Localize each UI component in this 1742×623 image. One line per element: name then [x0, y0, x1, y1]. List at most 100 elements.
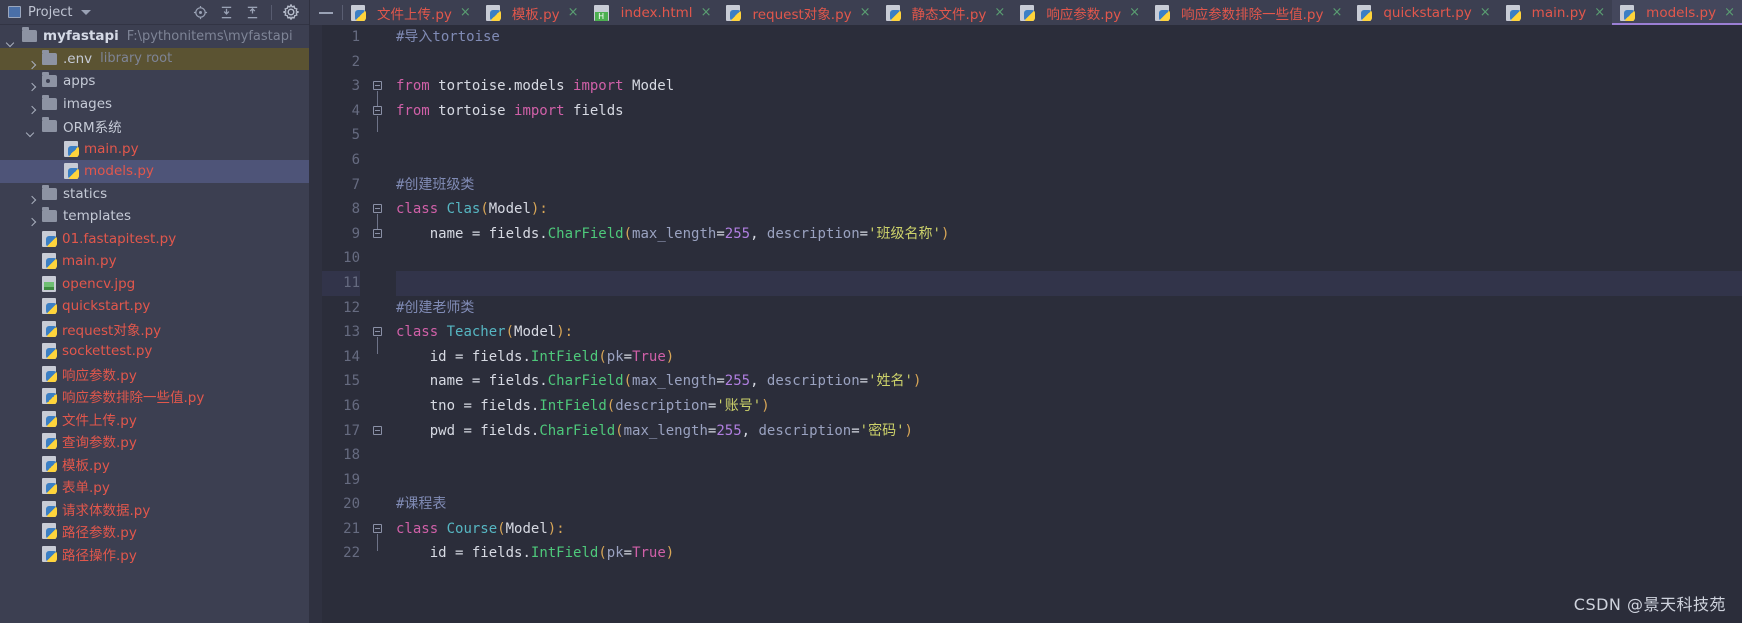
locate-icon[interactable] — [188, 1, 212, 23]
code-line[interactable]: from tortoise.models import Model — [396, 74, 1742, 99]
code-line[interactable]: class Course(Model): — [396, 517, 1742, 542]
fold-collapse-icon[interactable] — [373, 105, 382, 115]
tree-item-templates[interactable]: templates — [0, 205, 309, 228]
fold-collapse-icon[interactable] — [373, 228, 382, 238]
expand-all-icon[interactable] — [214, 1, 238, 23]
close-icon[interactable]: × — [568, 5, 579, 20]
python-file-icon — [42, 500, 57, 517]
editor-tab[interactable]: main.py × — [1498, 0, 1613, 25]
editor-tab[interactable]: 响应参数排除一些值.py × — [1147, 0, 1349, 25]
line-number: 20 — [343, 496, 360, 513]
close-icon[interactable]: × — [460, 5, 471, 20]
fold-collapse-icon[interactable] — [373, 327, 382, 337]
code-token: from — [396, 102, 430, 119]
close-icon[interactable]: × — [860, 5, 871, 20]
code-line[interactable] — [396, 148, 1742, 173]
tree-item-sockettest.py[interactable]: sockettest.py — [0, 340, 309, 363]
code-line[interactable]: #创建班级类 — [396, 173, 1742, 198]
editor-tab[interactable]: 文件上传.py × — [343, 0, 478, 25]
tree-item-.py[interactable]: 响应参数排除一些值.py — [0, 385, 309, 408]
line-number: 8 — [351, 201, 360, 218]
editor-tab[interactable]: request对象.py × — [718, 0, 877, 25]
tree-item-.py[interactable]: 表单.py — [0, 475, 309, 498]
editor-tab[interactable]: 静态文件.py × — [878, 0, 1013, 25]
close-icon[interactable]: × — [1331, 5, 1342, 20]
hide-panel-button[interactable] — [310, 0, 342, 25]
code-line[interactable] — [396, 246, 1742, 271]
fold-collapse-icon[interactable] — [373, 81, 382, 91]
tree-item-main.py[interactable]: main.py — [0, 138, 309, 161]
close-icon[interactable]: × — [1480, 5, 1491, 20]
tree-item-models.py[interactable]: models.py — [0, 160, 309, 183]
tree-item-.py[interactable]: 文件上传.py — [0, 408, 309, 431]
code-line[interactable]: name = fields.CharField(max_length=255, … — [396, 222, 1742, 247]
tree-item-label: statics — [63, 185, 108, 202]
tree-item-.py[interactable]: 路径操作.py — [0, 543, 309, 566]
fold-collapse-icon[interactable] — [373, 204, 382, 214]
tree-item-quickstart.py[interactable]: quickstart.py — [0, 295, 309, 318]
code-line[interactable] — [396, 468, 1742, 493]
tree-item-.py[interactable]: 路径参数.py — [0, 520, 309, 543]
code-line[interactable] — [396, 270, 1742, 296]
tree-item-myfastapi[interactable]: myfastapi F:\pythonitems\myfastapi — [0, 25, 309, 48]
editor-gutter-marks[interactable] — [310, 25, 322, 623]
fold-collapse-icon[interactable] — [373, 524, 382, 533]
code-line[interactable]: pwd = fields.CharField(max_length = 255, d… — [396, 419, 1742, 444]
tree-item-.py[interactable]: 响应参数.py — [0, 363, 309, 386]
project-file-tree[interactable]: myfastapi F:\pythonitems\myfastapi .env lib… — [0, 25, 309, 623]
code-line[interactable]: class Clas(Model): — [396, 197, 1742, 222]
code-line[interactable]: from tortoise import fields — [396, 99, 1742, 124]
tree-item-label: 请求体数据.py — [62, 502, 151, 519]
line-number: 13 — [343, 324, 360, 341]
code-fold-gutter[interactable] — [368, 25, 390, 623]
tree-item-main.py[interactable]: main.py — [0, 250, 309, 273]
code-line[interactable]: tno = fields.IntField(description='账号') — [396, 394, 1742, 419]
code-token: #导入tortoise — [396, 29, 500, 45]
close-icon[interactable]: × — [1724, 5, 1735, 20]
code-line[interactable] — [396, 123, 1742, 148]
tree-item-statics[interactable]: statics — [0, 183, 309, 206]
tree-item-01.fastapitest.py[interactable]: 01.fastapitest.py — [0, 228, 309, 251]
code-line[interactable]: #课程表 — [396, 492, 1742, 517]
editor-tab[interactable]: 模板.py × — [478, 0, 586, 25]
editor-tab[interactable]: quickstart.py × — [1349, 0, 1497, 25]
code-line[interactable]: id = fields.IntField(pk=True) — [396, 345, 1742, 370]
tree-item-apps[interactable]: apps — [0, 70, 309, 93]
code-line[interactable] — [396, 443, 1742, 468]
editor-tab-strip[interactable]: 文件上传.py×模板.py×index.html×request对象.py×静态… — [310, 0, 1742, 25]
tree-item-.env[interactable]: .env library root — [0, 47, 309, 70]
tree-item-.py[interactable]: 模板.py — [0, 453, 309, 476]
tree-item-request.py[interactable]: request对象.py — [0, 318, 309, 341]
tree-item-images[interactable]: images — [0, 93, 309, 116]
gear-icon[interactable] — [279, 1, 303, 23]
tree-item-.py[interactable]: 查询参数.py — [0, 430, 309, 453]
fold-region-line — [377, 115, 378, 133]
code-line[interactable]: class Teacher(Model): — [396, 320, 1742, 345]
code-content[interactable]: #导入tortoise from tortoise.models import … — [390, 25, 1742, 623]
tree-item-label: main.py — [84, 140, 139, 157]
code-line[interactable] — [396, 50, 1742, 75]
editor-tab[interactable]: index.html × — [586, 0, 719, 25]
line-number: 5 — [351, 127, 360, 144]
code-line[interactable]: #导入tortoise — [396, 25, 1742, 50]
tree-item-opencv.jpg[interactable]: opencv.jpg — [0, 273, 309, 296]
chevron-down-icon[interactable] — [81, 9, 92, 15]
code-token: ) — [556, 324, 565, 341]
fold-collapse-icon[interactable] — [373, 425, 382, 435]
tree-item-ORM[interactable]: ORM系统 — [0, 115, 309, 138]
close-icon[interactable]: × — [994, 5, 1005, 20]
code-line[interactable]: name = fields.CharField(max_length=255, … — [396, 369, 1742, 394]
code-token: Model — [514, 324, 557, 341]
code-line[interactable]: id = fields.IntField(pk=True) — [396, 541, 1742, 566]
close-icon[interactable]: × — [1594, 5, 1605, 20]
tree-item-.py[interactable]: 请求体数据.py — [0, 498, 309, 521]
close-icon[interactable]: × — [1129, 5, 1140, 20]
close-icon[interactable]: × — [701, 5, 712, 20]
editor-tab[interactable]: 响应参数.py × — [1012, 0, 1147, 25]
collapse-all-icon[interactable] — [240, 1, 264, 23]
code-line[interactable]: #创建老师类 — [396, 296, 1742, 321]
tree-item-label: request对象.py — [62, 322, 162, 339]
code-token: IntField — [530, 348, 599, 365]
code-editor[interactable]: 1 2 3 4 5 6 7 8 9 10 11 12 13 14 15 16 17 18 19 20 21 22 #导入t… — [310, 25, 1742, 623]
editor-tab[interactable]: models.py × — [1612, 0, 1742, 25]
